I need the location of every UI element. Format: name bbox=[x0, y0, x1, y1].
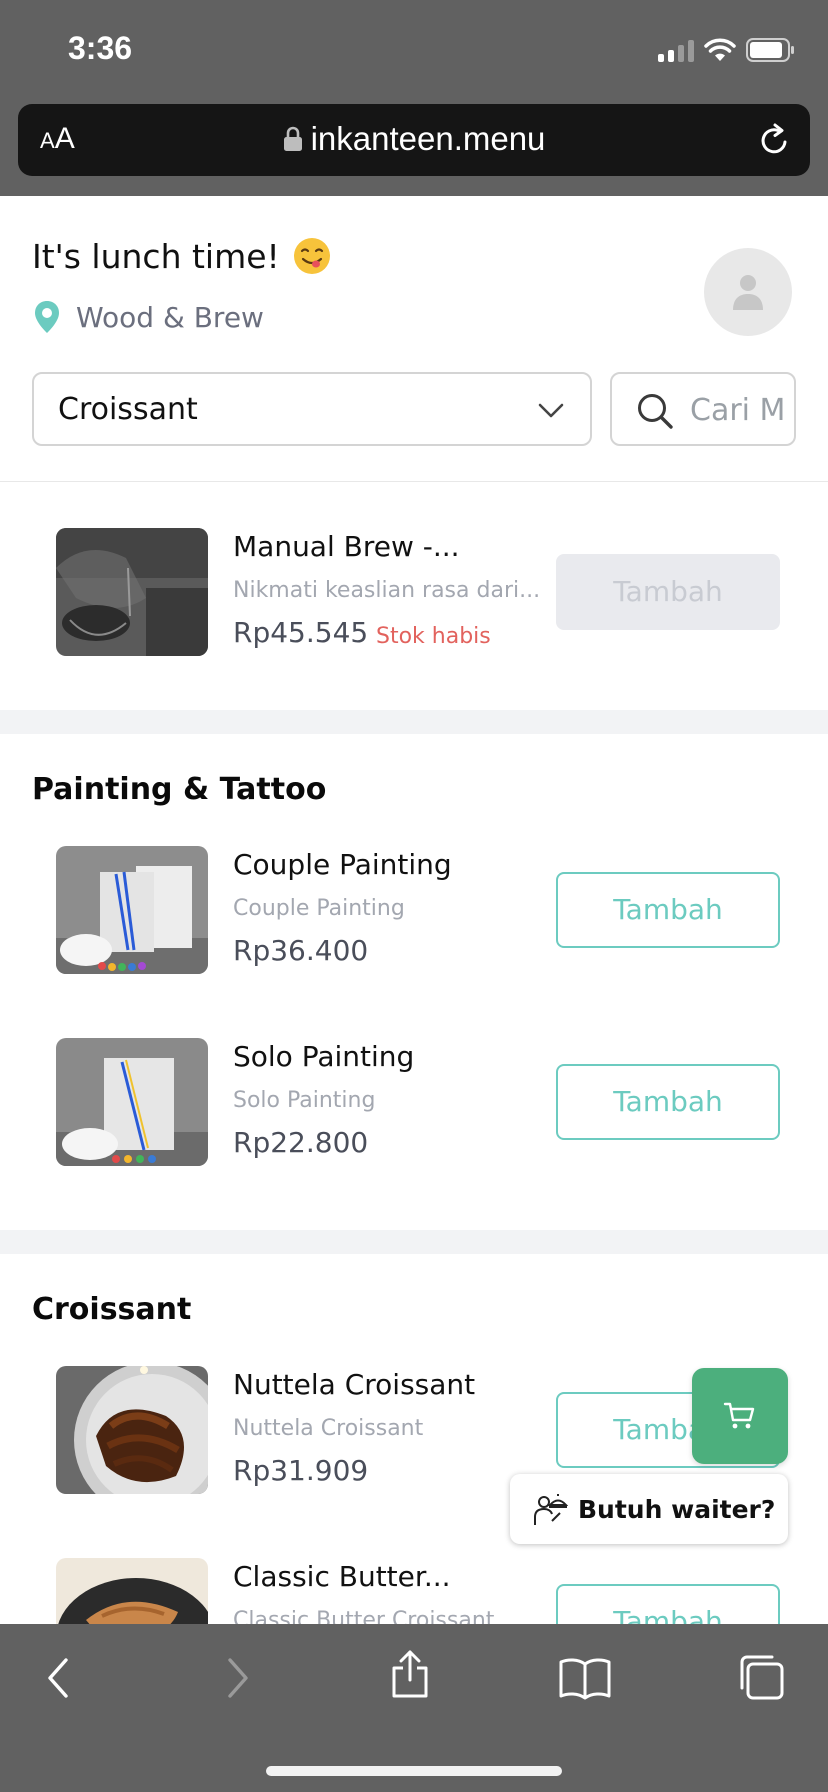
item-description: Nuttela Croissant bbox=[233, 1416, 424, 1441]
item-price: Rp22.800 bbox=[233, 1126, 369, 1159]
item-name: Manual Brew -... bbox=[233, 530, 460, 563]
add-button-disabled[interactable]: Tambah bbox=[556, 554, 780, 630]
item-photo-solo-painting bbox=[56, 1038, 208, 1166]
status-time: 3:36 bbox=[68, 30, 133, 66]
item-description: Couple Painting bbox=[233, 896, 405, 921]
out-of-stock-label: Stok habis bbox=[376, 624, 491, 649]
search-input[interactable] bbox=[690, 388, 786, 432]
greeting-text: It's lunch time! bbox=[32, 236, 280, 276]
battery-icon bbox=[746, 38, 794, 62]
location: Wood & Brew bbox=[34, 300, 264, 334]
address-bar[interactable]: AA inkanteen.menu bbox=[18, 104, 810, 176]
call-waiter-button[interactable]: Butuh waiter? bbox=[510, 1474, 788, 1544]
bookmarks-icon[interactable] bbox=[558, 1656, 612, 1700]
wifi-icon bbox=[704, 38, 736, 61]
item-photo-nuttela-croissant bbox=[56, 1366, 208, 1494]
item-price: Rp36.400 bbox=[233, 934, 369, 967]
yum-face-emoji-icon bbox=[293, 238, 330, 274]
menu-item: Solo Painting Solo Painting Rp22.800 Tam… bbox=[0, 1038, 828, 1168]
section-divider bbox=[0, 710, 828, 734]
section-divider bbox=[0, 1230, 828, 1254]
cellular-signal-icon bbox=[658, 38, 694, 62]
menu-item: Manual Brew -... Nikmati keaslian rasa d… bbox=[0, 528, 828, 658]
share-icon[interactable] bbox=[388, 1648, 432, 1700]
waiter-icon bbox=[534, 1494, 568, 1525]
menu-item: Couple Painting Couple Painting Rp36.400… bbox=[0, 846, 828, 976]
url-display[interactable]: inkanteen.menu bbox=[18, 120, 810, 158]
category-dropdown[interactable]: Croissant bbox=[32, 372, 592, 446]
profile-avatar[interactable] bbox=[704, 248, 792, 336]
add-button[interactable]: Tambah bbox=[556, 872, 780, 948]
map-pin-icon bbox=[35, 301, 59, 333]
item-price: Rp45.545 bbox=[233, 616, 369, 649]
item-price: Rp31.909 bbox=[233, 1454, 369, 1487]
browser-chrome: AA inkanteen.menu bbox=[0, 100, 828, 196]
item-photo-manual-brew bbox=[56, 528, 208, 656]
add-button[interactable]: Tambah bbox=[556, 1064, 780, 1140]
search-icon bbox=[638, 394, 673, 429]
section-title-croissant: Croissant bbox=[32, 1292, 192, 1327]
item-photo-couple-painting bbox=[56, 846, 208, 974]
section-title-painting-tattoo: Painting & Tattoo bbox=[32, 772, 327, 807]
category-selected: Croissant bbox=[58, 392, 198, 427]
back-icon[interactable] bbox=[44, 1656, 74, 1700]
tabs-icon[interactable] bbox=[736, 1652, 786, 1702]
forward-icon[interactable] bbox=[222, 1656, 252, 1700]
home-indicator[interactable] bbox=[266, 1766, 562, 1776]
cart-button[interactable] bbox=[692, 1368, 788, 1464]
item-description: Nikmati keaslian rasa dari... bbox=[233, 578, 541, 603]
user-icon bbox=[733, 275, 763, 310]
greeting: It's lunch time! bbox=[32, 236, 332, 276]
status-icons bbox=[658, 36, 796, 64]
status-bar: 3:36 bbox=[0, 0, 828, 100]
url-text: inkanteen.menu bbox=[310, 120, 546, 157]
item-name: Couple Painting bbox=[233, 848, 452, 881]
cart-icon bbox=[723, 1402, 755, 1429]
search-box[interactable] bbox=[610, 372, 796, 446]
item-name: Nuttela Croissant bbox=[233, 1368, 476, 1401]
call-waiter-label: Butuh waiter? bbox=[578, 1494, 776, 1524]
reload-icon[interactable] bbox=[758, 122, 792, 158]
location-name: Wood & Brew bbox=[76, 300, 264, 334]
item-name: Classic Butter... bbox=[233, 1560, 451, 1593]
item-description: Solo Painting bbox=[233, 1088, 376, 1113]
page-header: It's lunch time! Wood & Brew Croissant bbox=[0, 196, 828, 482]
chevron-down-icon bbox=[538, 403, 564, 418]
lock-icon bbox=[283, 126, 302, 151]
item-name: Solo Painting bbox=[233, 1040, 415, 1073]
